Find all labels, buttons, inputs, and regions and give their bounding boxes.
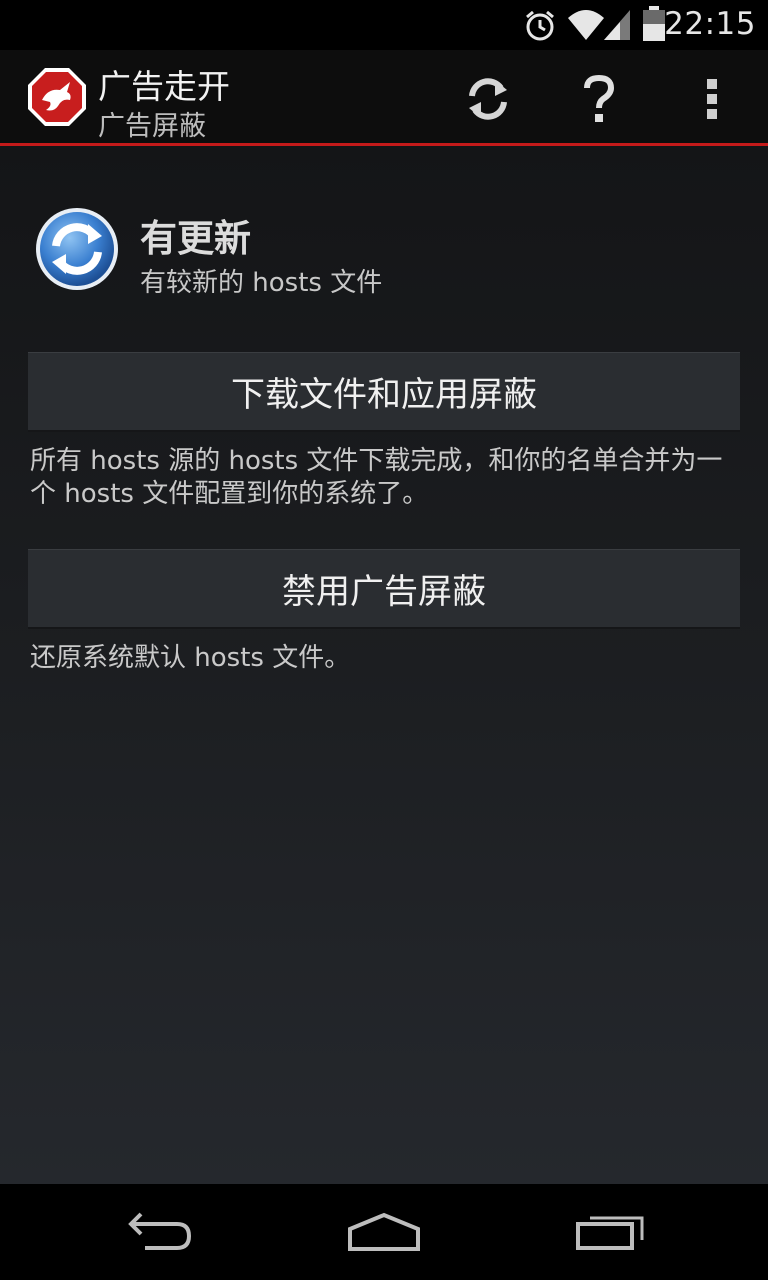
refresh-icon[interactable]	[453, 64, 523, 134]
overflow-menu-icon[interactable]	[677, 64, 747, 134]
update-status-subtitle: 有较新的 hosts 文件	[140, 268, 383, 298]
download-and-apply-button[interactable]: 下载文件和应用屏蔽	[28, 352, 740, 432]
status-bar: 22:15	[0, 0, 768, 50]
recent-apps-icon[interactable]	[560, 1202, 660, 1262]
update-status-title: 有更新	[140, 217, 251, 260]
help-icon[interactable]	[564, 64, 634, 134]
back-icon[interactable]	[110, 1202, 210, 1262]
disable-adblock-description: 还原系统默认 hosts 文件。	[30, 643, 351, 673]
download-and-apply-description: 所有 hosts 源的 hosts 文件下载完成，和你的名单合并为一个 host…	[30, 446, 723, 509]
app-subtitle: 广告屏蔽	[98, 111, 206, 142]
action-bar: 广告走开 广告屏蔽	[0, 50, 768, 146]
signal-icon	[602, 8, 632, 46]
main-content: 有更新 有较新的 hosts 文件 下载文件和应用屏蔽 所有 hosts 源的 …	[0, 146, 768, 1184]
navigation-bar	[0, 1184, 768, 1280]
battery-icon	[642, 6, 666, 46]
wifi-icon	[566, 8, 606, 46]
clock: 22:15	[664, 6, 756, 42]
disable-adblock-button[interactable]: 禁用广告屏蔽	[28, 549, 740, 629]
screen: 22:15 广告走开 广告屏蔽 有更新 有较新的 hosts 文件 下载文件和应…	[0, 0, 768, 1280]
home-icon[interactable]	[334, 1202, 434, 1262]
update-icon	[34, 206, 120, 292]
alarm-icon	[522, 8, 558, 48]
app-title: 广告走开	[98, 67, 230, 106]
app-logo-icon[interactable]	[26, 66, 88, 128]
